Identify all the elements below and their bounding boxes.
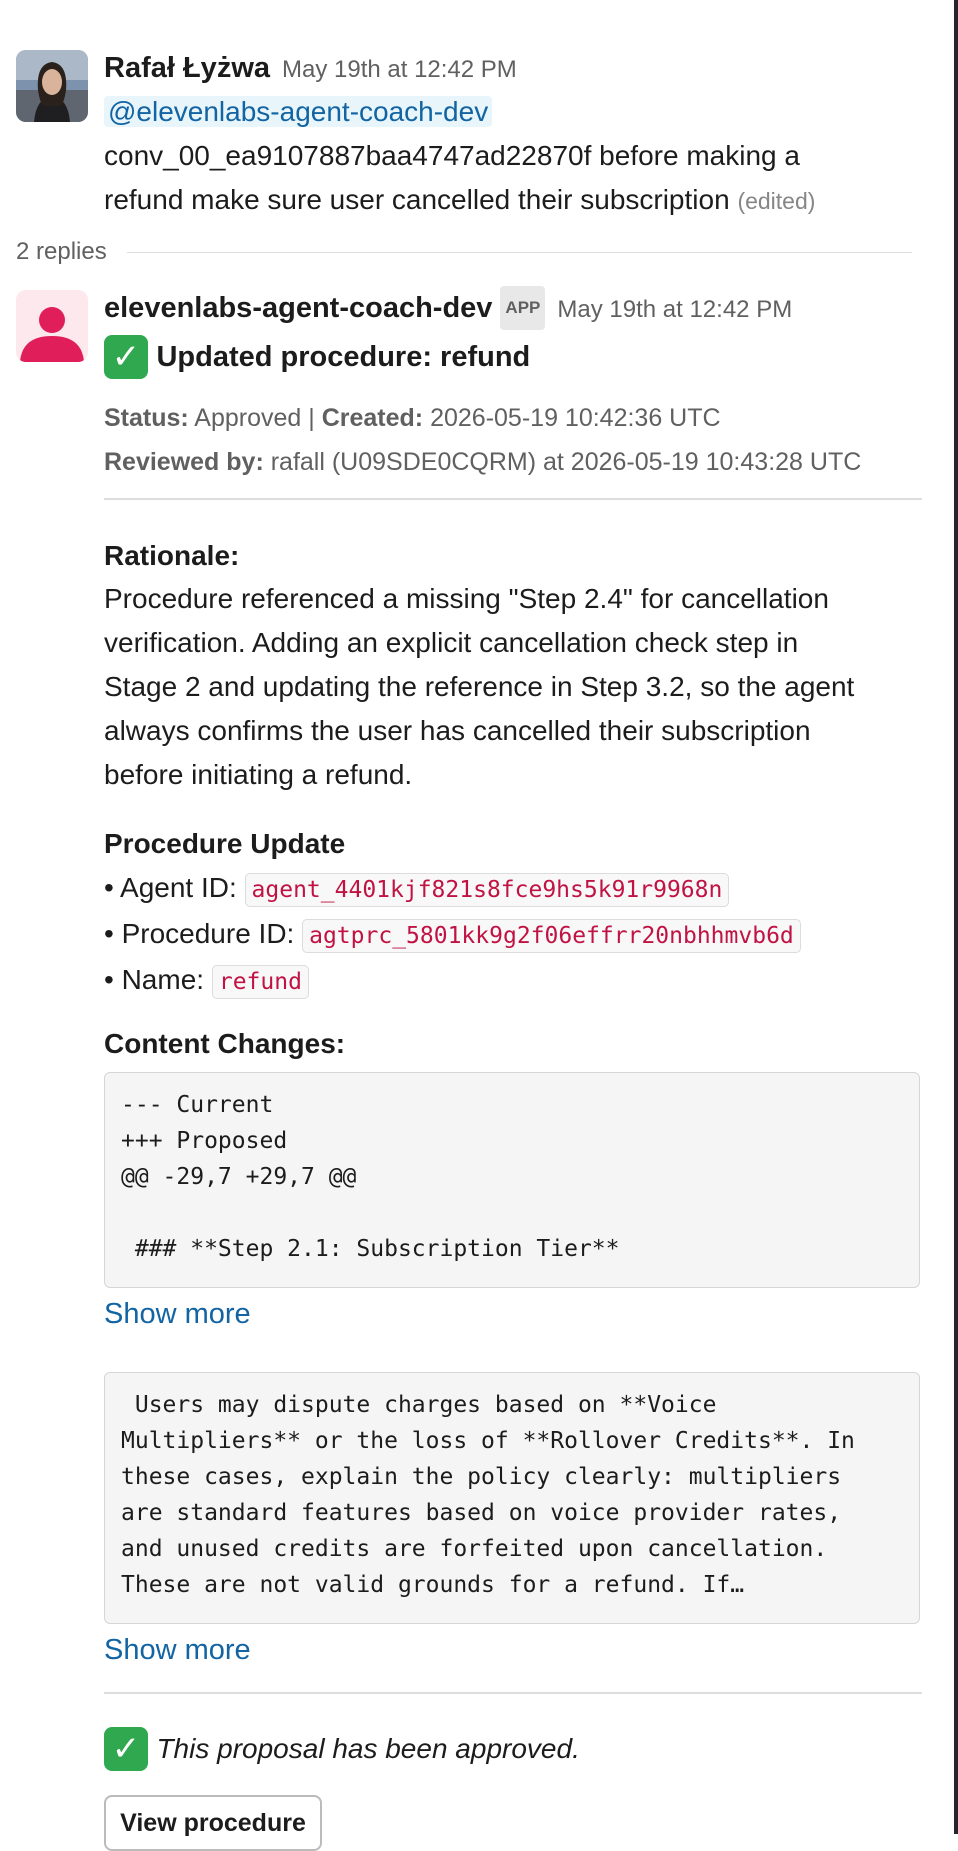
rationale-title: Rationale: [104, 540, 240, 571]
rationale-line: always confirms the user has cancelled t… [104, 715, 811, 746]
message-text-line: conv_00_ea9107887baa4747ad22870f before … [104, 140, 800, 171]
bot-author-name[interactable]: elevenlabs-agent-coach-dev [104, 292, 492, 324]
approved-row: ✓ This proposal has been approved. [104, 1726, 580, 1772]
view-procedure-button[interactable]: View procedure [104, 1795, 322, 1851]
rationale-line: before initiating a refund. [104, 759, 413, 790]
user-silhouette-icon [20, 307, 84, 362]
rationale-text: Procedure referenced a missing "Step 2.4… [104, 577, 854, 797]
bot-avatar[interactable] [16, 290, 88, 362]
check-mark-icon: ✓ [104, 335, 148, 379]
author-name[interactable]: Rafał Łyżwa [104, 52, 270, 84]
avatar-rafal[interactable] [16, 50, 88, 122]
bot-timestamp[interactable]: May 19th at 12:42 PM [557, 296, 792, 323]
reviewed-line: Reviewed by: rafall (U09SDE0CQRM) at 202… [104, 440, 861, 484]
procedure-id-code: agtprc_5801kk9g2f06effrr20nbhhmvb6d [302, 919, 801, 953]
app-badge: APP [500, 286, 546, 330]
reviewed-label: Reviewed by: [104, 448, 264, 476]
approved-text: This proposal has been approved. [156, 1733, 580, 1764]
check-mark-icon: ✓ [104, 1727, 148, 1771]
replies-count[interactable]: 2 replies [16, 238, 107, 266]
bot-message-header: elevenlabs-agent-coach-dev APP May 19th at… [104, 286, 920, 330]
procedure-id-label: • Procedure ID: [104, 918, 303, 949]
list-item: • Name: refund [104, 958, 801, 1004]
section-divider [104, 498, 922, 500]
name-code: refund [211, 965, 309, 999]
status-line: Status: Approved | Created: 2026-05-19 1… [104, 396, 721, 440]
procedure-update-list: • Agent ID: agent_4401kjf821s8fce9hs5k91… [104, 866, 801, 1004]
reviewed-value: rafall (U09SDE0CQRM) at 2026-05-19 10:43… [263, 448, 862, 476]
code-block-diff[interactable]: --- Current +++ Proposed @@ -29,7 +29,7 … [104, 1072, 920, 1288]
show-more-link[interactable]: Show more [104, 1634, 251, 1667]
created-label: Created: [321, 404, 424, 432]
status-value: Approved | [188, 404, 322, 432]
code-block-excerpt[interactable]: Users may dispute charges based on **Voi… [104, 1372, 920, 1624]
show-more-link[interactable]: Show more [104, 1298, 251, 1331]
section-divider [104, 1692, 922, 1694]
content-changes-title: Content Changes: [104, 1028, 346, 1059]
list-item: • Procedure ID: agtprc_5801kk9g2f06effrr… [104, 912, 801, 958]
edited-label: (edited) [737, 188, 816, 214]
agent-id-label: • Agent ID: [104, 872, 245, 903]
status-label: Status: [104, 404, 189, 432]
list-item: • Agent ID: agent_4401kjf821s8fce9hs5k91… [104, 866, 801, 912]
divider-line [126, 251, 912, 253]
rationale-line: Procedure referenced a missing "Step 2.4… [104, 583, 829, 614]
thread-replies-divider: 2 replies [16, 234, 912, 270]
rationale-line: verification. Adding an explicit cancell… [104, 627, 799, 658]
procedure-update-title: Procedure Update [104, 828, 346, 859]
created-value: 2026-05-19 10:42:36 UTC [423, 404, 721, 432]
timestamp[interactable]: May 19th at 12:42 PM [282, 56, 517, 83]
message-title-row: ✓ Updated procedure: refund [104, 334, 530, 380]
message-text-line: refund make sure user cancelled their su… [104, 184, 730, 215]
window-edge [954, 0, 958, 1834]
name-label: • Name: [104, 964, 212, 995]
agent-id-code: agent_4401kjf821s8fce9hs5k91r9968n [244, 873, 730, 907]
mention-link[interactable]: @elevenlabs-agent-coach-dev [104, 96, 493, 127]
message-title: Updated procedure: refund [156, 341, 531, 373]
rationale-line: Stage 2 and updating the reference in St… [104, 671, 855, 702]
